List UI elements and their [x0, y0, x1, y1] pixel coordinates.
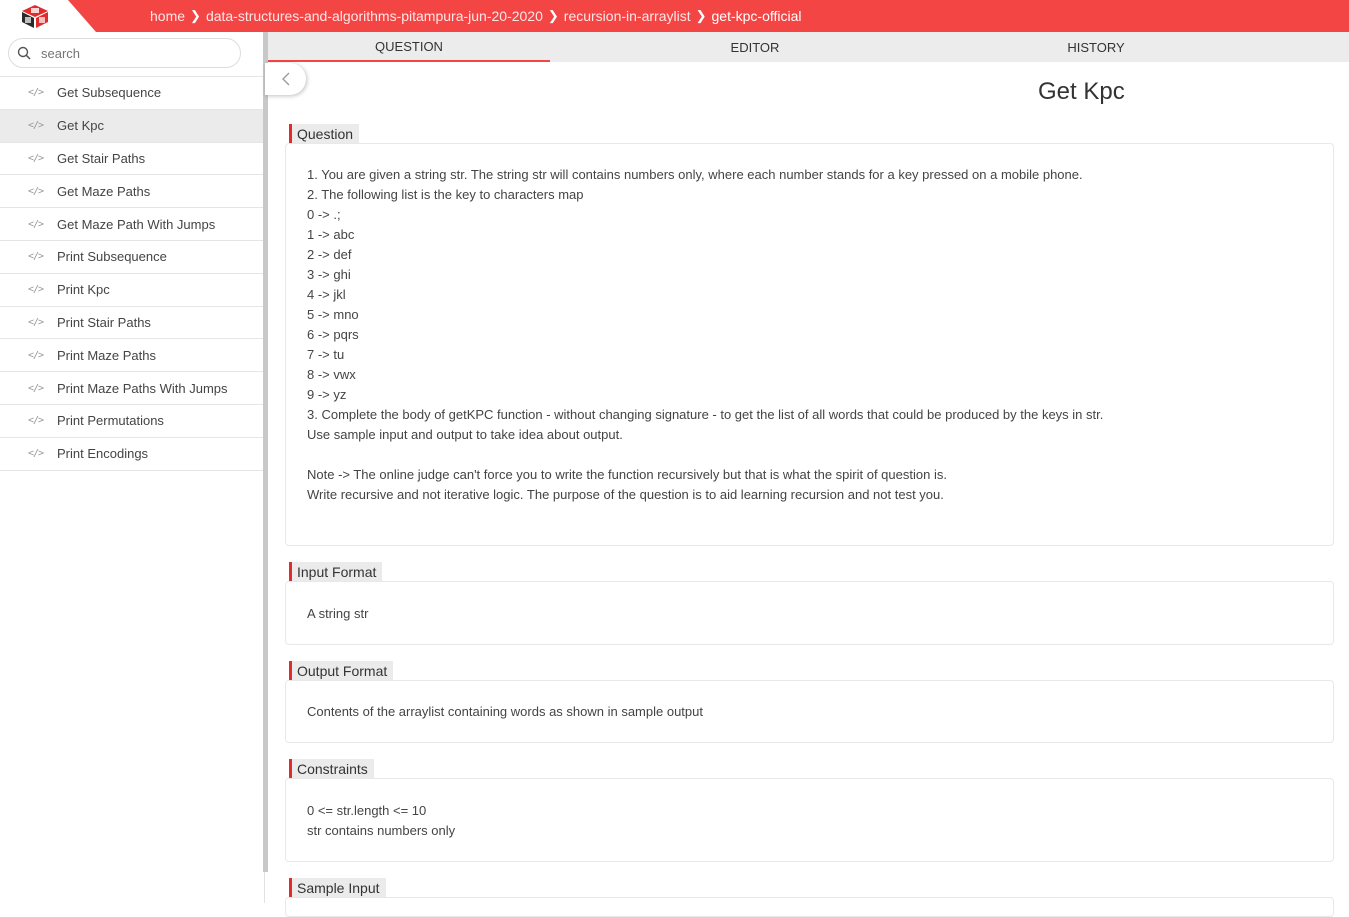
page-title: Get Kpc — [1038, 78, 1125, 105]
breadcrumb-course[interactable]: data-structures-and-algorithms-pitampura… — [206, 8, 543, 24]
sidebar-item-get-kpc[interactable]: </> Get Kpc — [0, 109, 264, 143]
sidebar-item-label: Print Permutations — [57, 413, 164, 429]
question-line: 4 -> jkl — [307, 287, 346, 302]
search-icon — [17, 46, 31, 60]
breadcrumb: home ❯ data-structures-and-algorithms-pi… — [150, 0, 802, 32]
sidebar-item-label: Get Maze Paths — [57, 183, 151, 199]
breadcrumb-current: get-kpc-official — [711, 8, 802, 24]
sidebar-item-print-encodings[interactable]: </> Print Encodings — [0, 438, 264, 471]
question-line: Write recursive and not iterative logic.… — [307, 487, 944, 502]
code-icon: </> — [28, 218, 44, 230]
tab-bar: QUESTION EDITOR HISTORY — [268, 32, 1349, 62]
question-line: 1. You are given a string str. The strin… — [307, 167, 1083, 182]
code-icon: </> — [28, 316, 44, 328]
sidebar-item-label: Get Maze Path With Jumps — [57, 216, 216, 232]
collapse-sidebar-button[interactable] — [265, 63, 306, 95]
sidebar-item-print-permutations[interactable]: </> Print Permutations — [0, 405, 264, 438]
problem-list: </> Get Subsequence </> Get Kpc </> Get Sta… — [0, 76, 264, 471]
tab-history[interactable]: HISTORY — [960, 32, 1232, 62]
breadcrumb-topic[interactable]: recursion-in-arraylist — [564, 8, 691, 24]
sidebar-item-label: Print Kpc — [57, 282, 110, 298]
top-bar: home ❯ data-structures-and-algorithms-pi… — [0, 0, 1349, 32]
code-icon: </> — [28, 448, 44, 460]
sidebar-item-label: Get Stair Paths — [57, 150, 146, 166]
section-label-sample-input: Sample Input — [289, 878, 386, 897]
sidebar-item-print-stair-paths[interactable]: </> Print Stair Paths — [0, 307, 264, 340]
tab-question[interactable]: QUESTION — [268, 32, 550, 62]
output-format-text: Contents of the arraylist containing wor… — [307, 704, 703, 719]
question-line: 5 -> mno — [307, 307, 359, 322]
question-line: 0 -> .; — [307, 207, 341, 222]
section-label-output-format: Output Format — [289, 661, 394, 680]
input-format-box: A string str — [285, 581, 1334, 645]
sidebar-item-get-subsequence[interactable]: </> Get Subsequence — [0, 77, 264, 110]
question-line — [307, 445, 1333, 465]
sidebar-item-print-maze-paths-with-jumps[interactable]: </> Print Maze Paths With Jumps — [0, 372, 264, 405]
section-label-constraints: Constraints — [289, 759, 374, 778]
sidebar-item-label: Print Stair Paths — [57, 314, 151, 330]
sidebar-item-label: Print Maze Paths — [57, 347, 156, 363]
code-icon: </> — [28, 284, 44, 296]
code-icon: </> — [28, 415, 44, 427]
section-label-input-format: Input Format — [289, 562, 383, 581]
code-icon: </> — [28, 87, 44, 99]
question-line: Note -> The online judge can't force you… — [307, 467, 947, 482]
question-line: 2. The following list is the key to char… — [307, 187, 584, 202]
question-line: 7 -> tu — [307, 347, 345, 362]
output-format-box: Contents of the arraylist containing wor… — [285, 680, 1334, 743]
constraints-box: 0 <= str.length <= 10 str contains numbe… — [285, 778, 1334, 862]
logo-area — [0, 0, 96, 32]
sidebar-item-print-maze-paths[interactable]: </> Print Maze Paths — [0, 339, 264, 373]
search-box[interactable] — [8, 38, 241, 68]
code-icon: </> — [28, 382, 44, 394]
sidebar-scrollbar[interactable] — [263, 32, 268, 872]
code-icon: </> — [28, 251, 44, 263]
code-icon: </> — [28, 349, 44, 361]
tab-editor[interactable]: EDITOR — [550, 32, 960, 62]
chevron-right-icon: ❯ — [547, 8, 559, 23]
sidebar-item-label: Print Subsequence — [57, 249, 167, 265]
question-line: 9 -> yz — [307, 387, 347, 402]
question-line: 3 -> ghi — [307, 267, 351, 282]
sidebar-item-print-subsequence[interactable]: </> Print Subsequence — [0, 241, 264, 274]
question-line: 1 -> abc — [307, 227, 355, 242]
sidebar-item-get-maze-paths[interactable]: </> Get Maze Paths — [0, 175, 264, 209]
sidebar-item-get-maze-path-with-jumps[interactable]: </> Get Maze Path With Jumps — [0, 208, 264, 241]
sidebar-item-label: Get Kpc — [57, 118, 104, 134]
sidebar-item-get-stair-paths[interactable]: </> Get Stair Paths — [0, 143, 264, 176]
chevron-right-icon: ❯ — [695, 8, 707, 23]
sidebar-item-label: Get Subsequence — [57, 85, 162, 101]
question-line: 6 -> pqrs — [307, 327, 359, 342]
question-line: Use sample input and output to take idea… — [307, 427, 623, 442]
question-box: 1. You are given a string str. The strin… — [285, 143, 1334, 546]
sidebar-item-label: Print Encodings — [57, 446, 149, 462]
constraints-line: str contains numbers only — [307, 823, 456, 838]
code-icon: </> — [28, 152, 44, 164]
question-line: 2 -> def — [307, 247, 352, 262]
chevron-right-icon: ❯ — [190, 8, 201, 23]
logo-icon[interactable] — [20, 4, 50, 29]
question-line: 8 -> vwx — [307, 367, 356, 382]
sidebar: </> Get Subsequence </> Get Kpc </> Get Sta… — [0, 32, 265, 903]
code-icon: </> — [28, 120, 44, 132]
section-label-question: Question — [289, 124, 360, 143]
question-line: 3. Complete the body of getKPC function … — [307, 407, 1104, 422]
input-format-text: A string str — [307, 606, 369, 621]
breadcrumb-home[interactable]: home — [150, 8, 185, 24]
sidebar-item-print-kpc[interactable]: </> Print Kpc — [0, 274, 264, 307]
constraints-line: 0 <= str.length <= 10 — [307, 803, 427, 818]
search-input[interactable] — [41, 45, 221, 61]
code-icon: </> — [28, 185, 44, 197]
sample-input-box — [285, 897, 1334, 917]
sidebar-item-label: Print Maze Paths With Jumps — [57, 380, 228, 396]
chevron-left-icon — [281, 72, 289, 86]
